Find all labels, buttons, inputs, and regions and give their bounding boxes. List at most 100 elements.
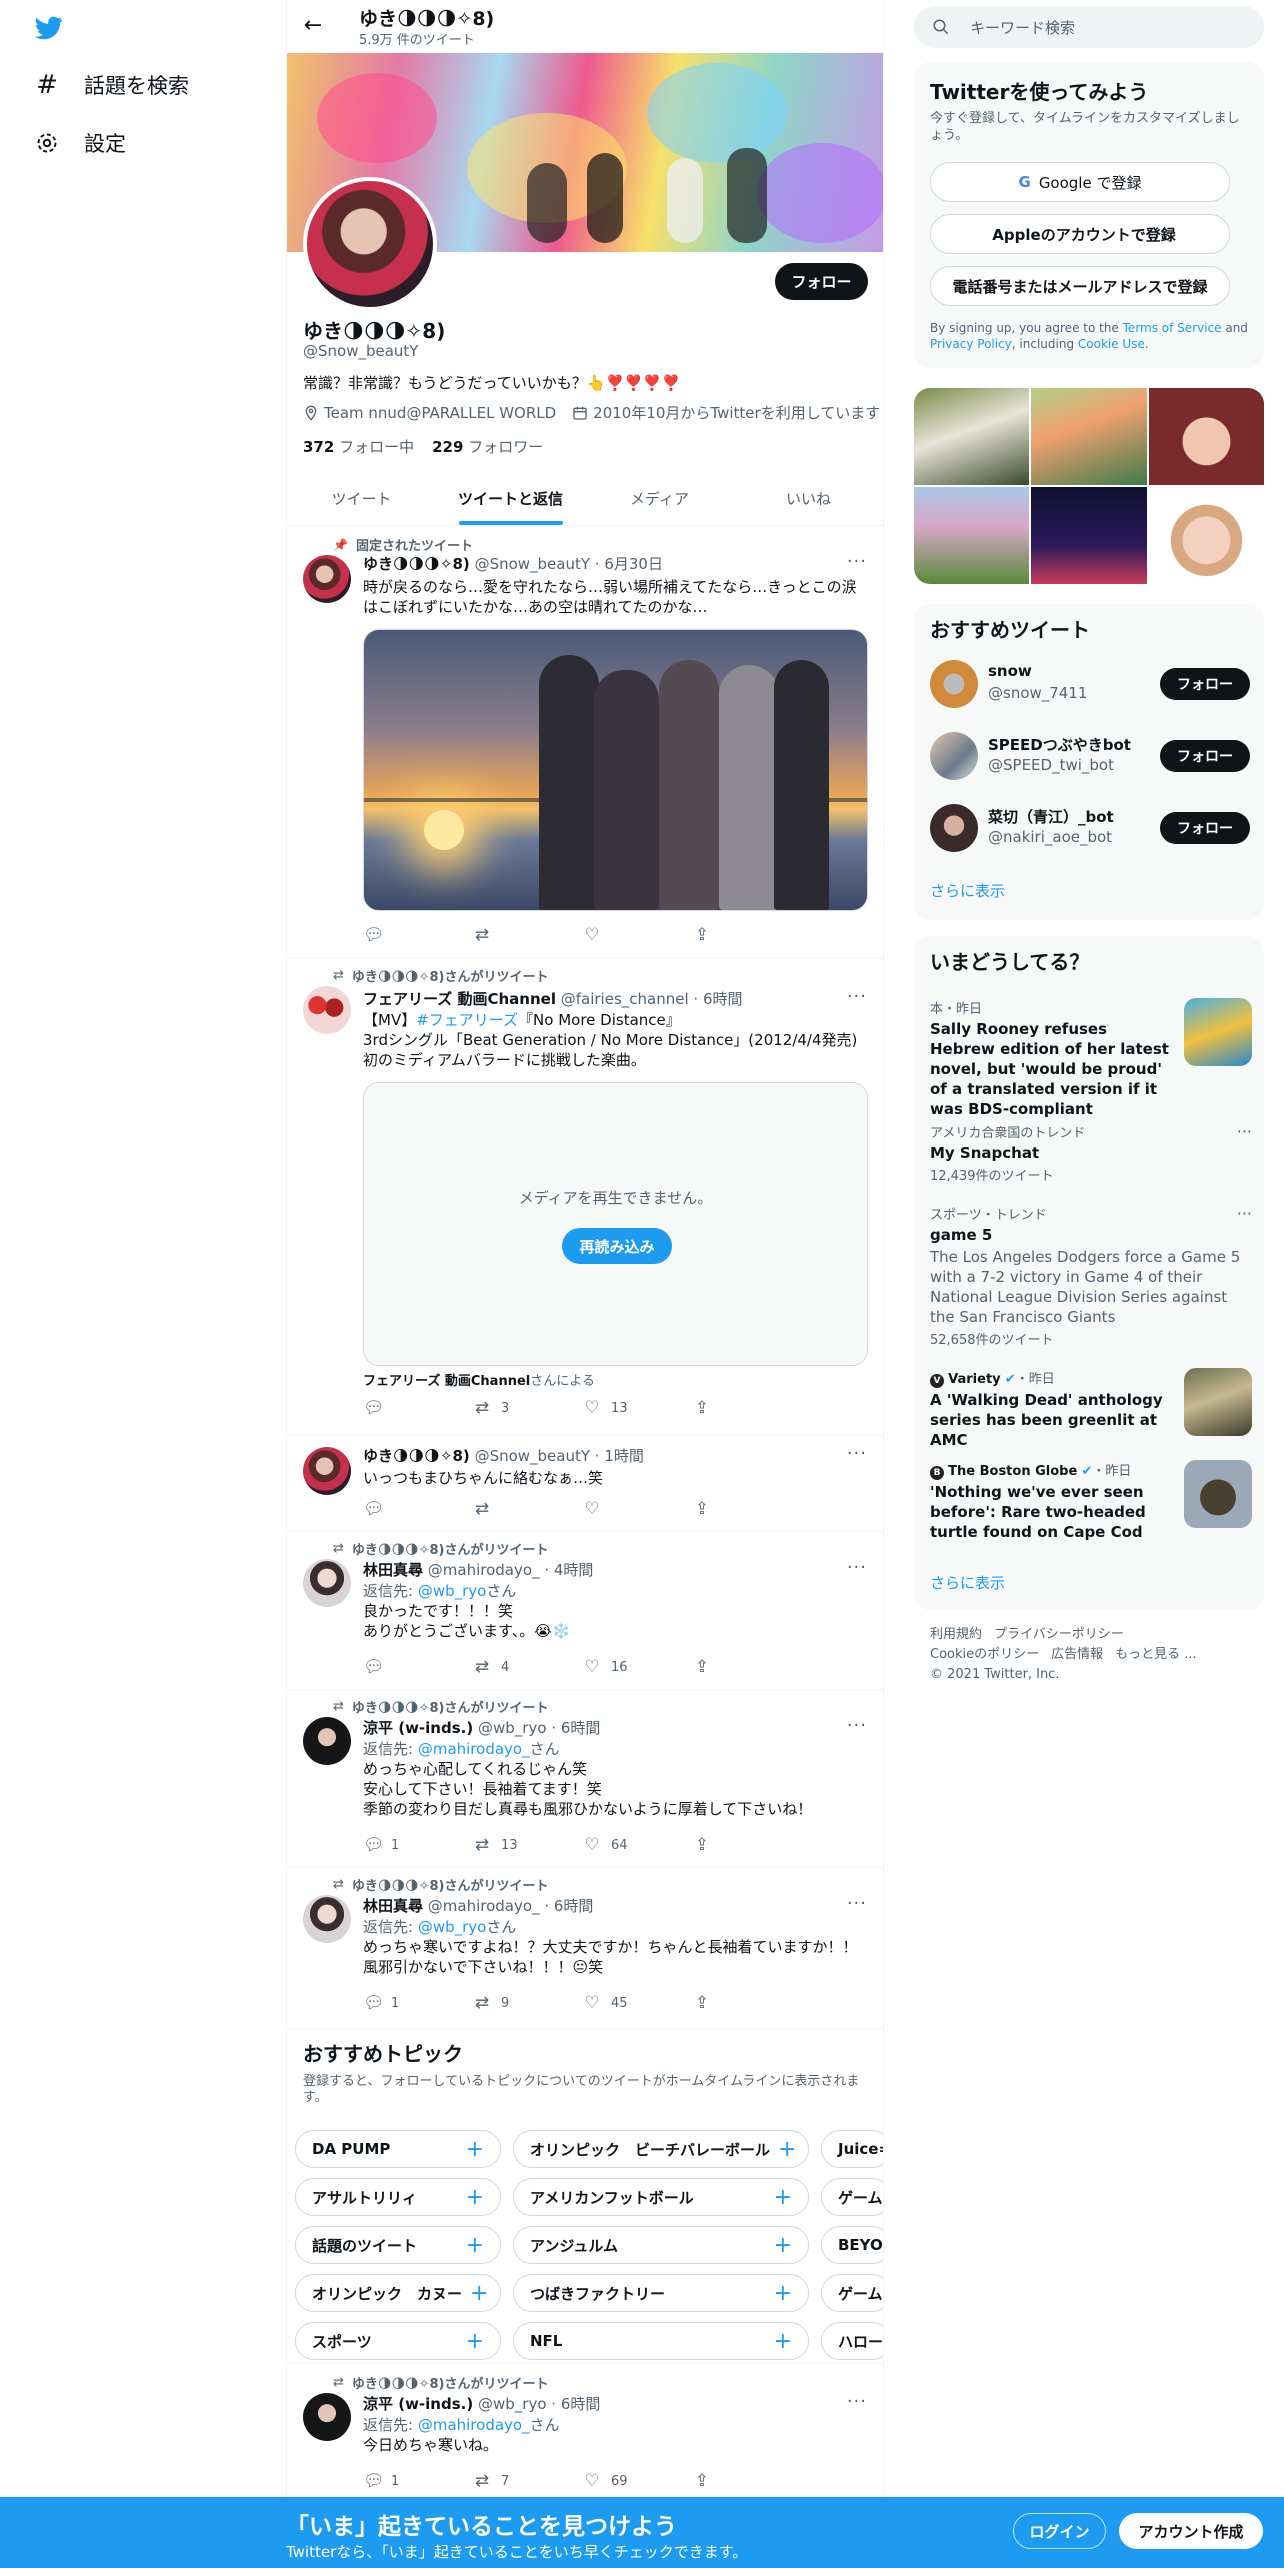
trend-item[interactable]: 本・昨日 Sally Rooney refuses Hebrew edition… — [930, 998, 1252, 1119]
avatar[interactable] — [303, 1559, 351, 1607]
media-thumb[interactable] — [914, 487, 1030, 584]
back-arrow-icon[interactable]: ← — [301, 14, 325, 38]
tweet-time[interactable]: 4時間 — [554, 1561, 594, 1579]
share-button[interactable]: ⇪ — [693, 925, 803, 945]
footer-link[interactable]: 広告情報 — [1051, 1647, 1103, 1662]
followers-link[interactable]: 229 フォロワー — [432, 436, 543, 457]
tweet-author[interactable]: ゆき🌗🌗🌗✧8) — [363, 1447, 470, 1465]
avatar[interactable] — [930, 804, 978, 852]
reply-button[interactable]: 💬︎ — [363, 925, 473, 945]
tweet[interactable]: ⇄ ゆき🌗🌗🌗✧8)さんがリツイート 林田真尋 @mahirodayo_ · 4… — [287, 1533, 883, 1690]
follow-button[interactable]: フォロー — [775, 263, 868, 300]
reply-to-link[interactable]: @mahirodayo_ — [418, 1740, 530, 1758]
nav-settings[interactable]: 設定 — [34, 128, 126, 158]
login-button[interactable]: ログイン — [1013, 2513, 1106, 2549]
reply-button[interactable]: 💬︎ — [363, 1499, 473, 1519]
tweet-author[interactable]: 林田真尋 — [363, 1897, 423, 1915]
avatar[interactable] — [303, 986, 351, 1034]
trend-item[interactable]: V Variety ✔・昨日 A 'Walking Dead' antholog… — [930, 1368, 1252, 1450]
tweet-time[interactable]: 1時間 — [604, 1447, 644, 1465]
tab-tweets-and-replies[interactable]: ツイートと返信 — [436, 472, 585, 525]
topic-chip[interactable]: スポーツ + — [295, 2322, 501, 2360]
media-thumb[interactable] — [914, 388, 1030, 485]
who-to-follow-item[interactable]: snow @snow_7411 フォロー — [930, 656, 1250, 712]
reply-button[interactable]: 💬︎ 1 — [363, 1835, 473, 1855]
more-icon[interactable]: ··· — [847, 986, 867, 1007]
like-button[interactable]: ♡ 64 — [583, 1835, 693, 1855]
topic-chip[interactable]: 話題のツイート + — [295, 2226, 501, 2264]
share-button[interactable]: ⇪ — [693, 1835, 803, 1855]
more-icon[interactable]: ··· — [1237, 1122, 1252, 1141]
more-icon[interactable]: ··· — [847, 1443, 867, 1464]
tweet-author[interactable]: 林田真尋 — [363, 1561, 423, 1579]
retweet-button[interactable]: ⇄ 9 — [473, 1993, 583, 2013]
tab-likes[interactable]: いいね — [734, 472, 883, 525]
show-more-link[interactable]: さらに表示 — [930, 880, 1005, 901]
retweet-button[interactable]: ⇄ — [473, 1499, 583, 1519]
retweet-button[interactable]: ⇄ 4 — [473, 1657, 583, 1677]
share-button[interactable]: ⇪ — [693, 1657, 803, 1677]
reply-button[interactable]: 💬︎ — [363, 1398, 473, 1418]
tweet-time[interactable]: 6時間 — [561, 1719, 601, 1737]
reload-button[interactable]: 再読み込み — [562, 1228, 672, 1264]
topic-chip[interactable]: ゲーム — [821, 2274, 883, 2312]
footer-link[interactable]: もっと見る ... — [1115, 1647, 1197, 1662]
share-button[interactable]: ⇪ — [693, 1499, 803, 1519]
topic-chip[interactable]: オリンピック ビーチバレーボール + — [513, 2130, 809, 2168]
share-button[interactable]: ⇪ — [693, 2471, 803, 2491]
retweet-button[interactable]: ⇄ 7 — [473, 2471, 583, 2491]
tweet[interactable]: 📌 固定されたツイート ゆき🌗🌗🌗✧8) @Snow_beautY · 6月30… — [287, 527, 883, 959]
topic-chip[interactable]: アンジュルム + — [513, 2226, 809, 2264]
like-button[interactable]: ♡ 13 — [583, 1398, 693, 1418]
show-more-link[interactable]: さらに表示 — [930, 1572, 1005, 1593]
topic-chip[interactable]: アメリカンフットボール + — [513, 2178, 809, 2216]
footer-link[interactable]: プライバシーポリシー — [994, 1627, 1124, 1642]
topic-chip[interactable]: アサルトリリィ + — [295, 2178, 501, 2216]
who-to-follow-item[interactable]: SPEEDつぶやきbot @SPEED_twi_bot フォロー — [930, 728, 1250, 784]
attribution-name[interactable]: フェアリーズ 動画Channel — [363, 1374, 530, 1389]
tweet-time[interactable]: 6時間 — [554, 1897, 594, 1915]
trend-item[interactable]: アメリカ合衆国のトレンド My Snapchat 12,439件のツイート ··… — [930, 1122, 1252, 1184]
reply-to-link[interactable]: @mahirodayo_ — [418, 2416, 530, 2434]
trend-item[interactable]: スポーツ・トレンド game 5 The Los Angeles Dodgers… — [930, 1204, 1252, 1348]
footer-link[interactable]: 利用規約 — [930, 1627, 982, 1642]
retweet-button[interactable]: ⇄ 3 — [473, 1398, 583, 1418]
like-button[interactable]: ♡ 16 — [583, 1657, 693, 1677]
avatar[interactable] — [930, 660, 978, 708]
follow-button[interactable]: フォロー — [1160, 812, 1250, 844]
tab-tweets[interactable]: ツイート — [287, 472, 436, 525]
more-icon[interactable]: ··· — [847, 1893, 867, 1914]
tweet-author[interactable]: フェアリーズ 動画Channel — [363, 990, 556, 1008]
like-button[interactable]: ♡ 69 — [583, 2471, 693, 2491]
share-button[interactable]: ⇪ — [693, 1398, 803, 1418]
avatar[interactable] — [930, 732, 978, 780]
trend-item[interactable]: B The Boston Globe ✔・昨日 'Nothing we've e… — [930, 1460, 1252, 1542]
tweet[interactable]: ゆき🌗🌗🌗✧8) @Snow_beautY · 1時間 ··· いっつもまひちゃ… — [287, 1437, 883, 1532]
media-thumb[interactable] — [1031, 388, 1147, 485]
media-thumb[interactable] — [1031, 487, 1147, 584]
privacy-link[interactable]: Privacy Policy — [930, 337, 1012, 351]
media-thumb[interactable] — [1148, 487, 1264, 584]
tweet[interactable]: ⇄ ゆき🌗🌗🌗✧8)さんがリツイート 涼平 (w-inds.) @wb_ryo … — [287, 1691, 883, 1868]
more-icon[interactable]: ··· — [1237, 1204, 1252, 1223]
retweet-button[interactable]: ⇄ — [473, 925, 583, 945]
like-button[interactable]: ♡ — [583, 1499, 693, 1519]
like-button[interactable]: ♡ — [583, 925, 693, 945]
topic-chip[interactable]: オリンピック カヌー + — [295, 2274, 501, 2312]
signup-button[interactable]: アカウント作成 — [1119, 2513, 1263, 2549]
more-icon[interactable]: ··· — [847, 1715, 867, 1736]
more-icon[interactable]: ··· — [847, 2391, 867, 2412]
tweet-author[interactable]: 涼平 (w-inds.) — [363, 2395, 473, 2413]
avatar[interactable] — [303, 1717, 351, 1765]
reply-to-link[interactable]: @wb_ryo — [418, 1582, 487, 1600]
avatar[interactable] — [303, 1895, 351, 1943]
google-signup-button[interactable]: G Google で登録 — [930, 162, 1230, 202]
reply-button[interactable]: 💬︎ 1 — [363, 1993, 473, 2013]
tweet-author[interactable]: 涼平 (w-inds.) — [363, 1719, 473, 1737]
topic-chip[interactable]: ゲーム — [821, 2178, 883, 2216]
avatar[interactable] — [303, 555, 351, 603]
media-thumb[interactable] — [1148, 388, 1264, 485]
hashtag-link[interactable]: #フェアリーズ — [416, 1011, 518, 1029]
topic-chip[interactable]: ハロー — [821, 2322, 883, 2360]
topic-chip[interactable]: BEYO — [821, 2226, 883, 2264]
